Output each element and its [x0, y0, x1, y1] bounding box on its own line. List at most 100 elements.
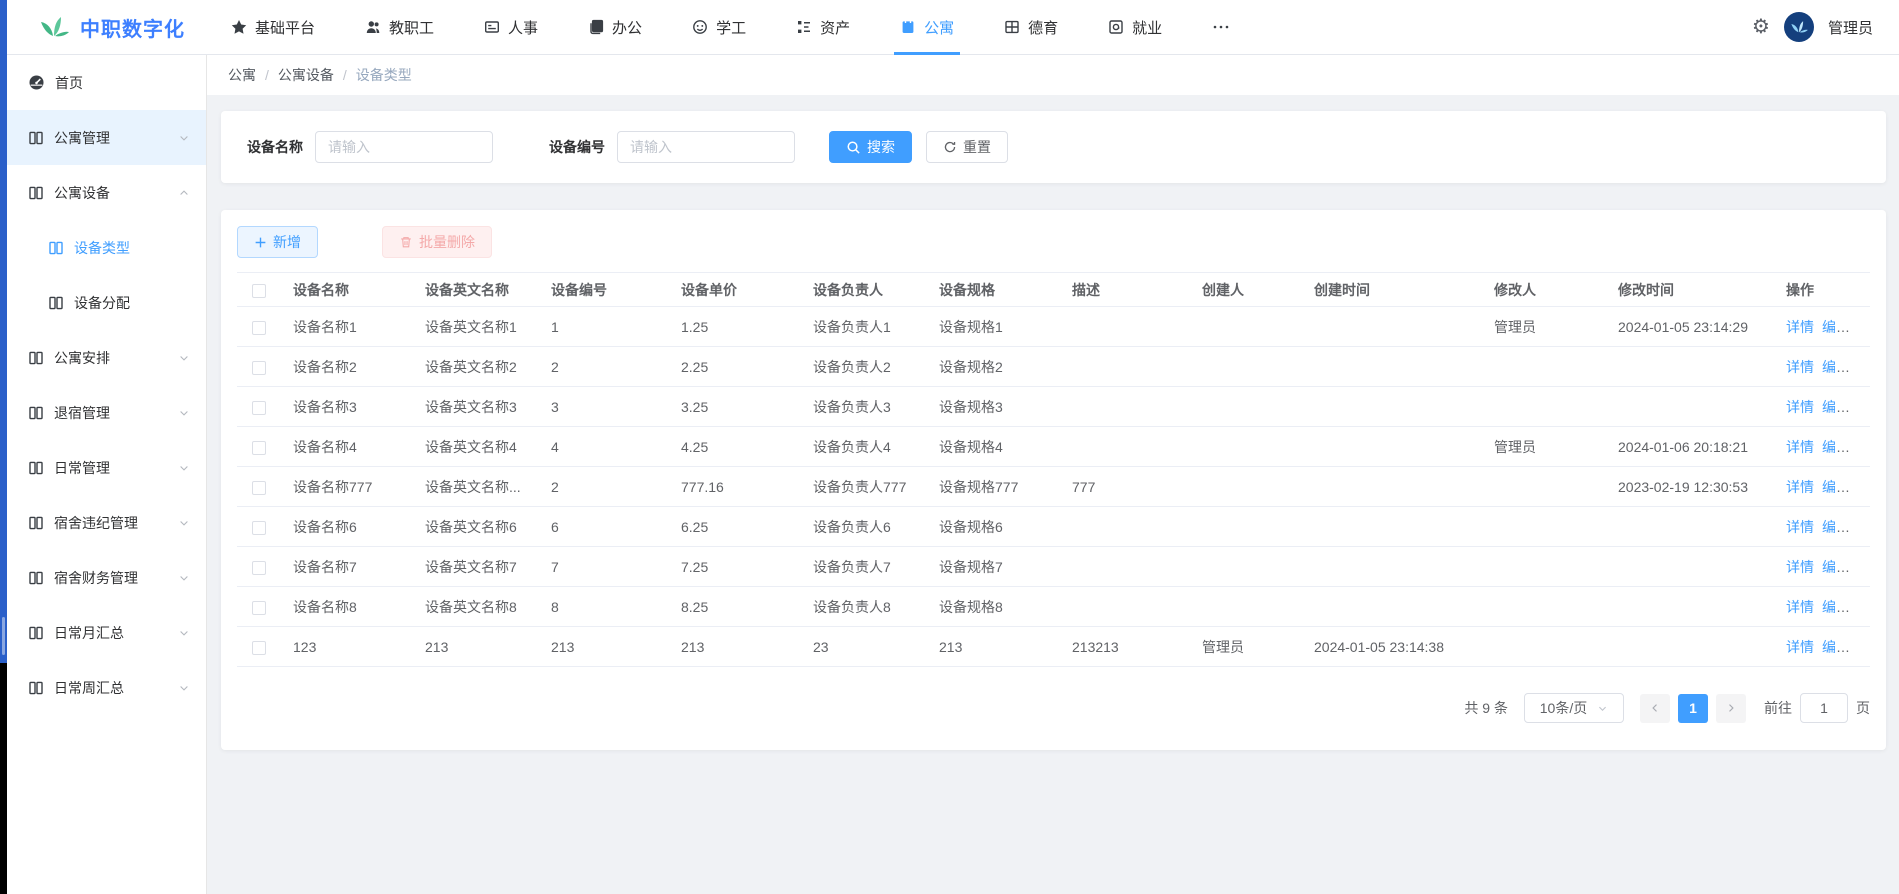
device-name-input[interactable]: [315, 131, 493, 163]
detail-link[interactable]: 详情: [1786, 519, 1814, 535]
edit-link[interactable]: 编辑: [1822, 599, 1850, 615]
goto-page-input[interactable]: [1800, 693, 1848, 723]
sidebar-item-label: 首页: [55, 73, 190, 93]
cell-device-name: 设备名称1: [281, 307, 413, 347]
row-checkbox[interactable]: [252, 361, 266, 375]
sidebar-item-dorm-finance-management[interactable]: 宿舍财务管理: [7, 550, 206, 605]
row-checkbox[interactable]: [252, 321, 266, 335]
trash-icon: [399, 235, 413, 249]
add-button[interactable]: 新增: [237, 226, 318, 258]
nav-item-student-affairs[interactable]: 学工: [690, 0, 748, 55]
select-all-checkbox[interactable]: [252, 284, 266, 298]
detail-link[interactable]: 详情: [1786, 319, 1814, 335]
detail-link[interactable]: 详情: [1786, 399, 1814, 415]
book-icon: [28, 460, 44, 476]
primary-nav: 基础平台 教职工 人事 办公 学工 资产 公寓 德育: [229, 0, 1286, 55]
nav-item-office[interactable]: 办公: [586, 0, 644, 55]
office-icon: [588, 19, 604, 35]
edit-link[interactable]: 编辑: [1822, 319, 1850, 335]
row-checkbox[interactable]: [252, 561, 266, 575]
cell-device-manager: 23: [801, 627, 927, 667]
left-edge-strip: [0, 0, 7, 894]
sidebar-item-equipment-type[interactable]: 设备类型: [7, 220, 206, 275]
delete-link[interactable]: 删除: [1858, 519, 1870, 535]
brand[interactable]: 中职数字化: [37, 13, 185, 42]
nav-item-assets[interactable]: 资产: [794, 0, 852, 55]
detail-link[interactable]: 详情: [1786, 359, 1814, 375]
cell-description: [1060, 507, 1190, 547]
row-checkbox[interactable]: [252, 641, 266, 655]
sidebar-item-label: 宿舍财务管理: [54, 568, 178, 588]
row-checkbox[interactable]: [252, 481, 266, 495]
sidebar-item-equipment-allocation[interactable]: 设备分配: [7, 275, 206, 330]
delete-link[interactable]: 删除: [1858, 439, 1870, 455]
edit-link[interactable]: 编辑: [1822, 359, 1850, 375]
delete-link[interactable]: 删除: [1858, 319, 1870, 335]
nav-item-hr[interactable]: 人事: [482, 0, 540, 55]
delete-link[interactable]: 删除: [1858, 599, 1870, 615]
next-page-button[interactable]: [1716, 694, 1746, 723]
add-button-label: 新增: [273, 232, 301, 252]
delete-link[interactable]: 删除: [1858, 559, 1870, 575]
prev-page-button[interactable]: [1640, 694, 1670, 723]
page-number-1[interactable]: 1: [1678, 694, 1708, 723]
detail-link[interactable]: 详情: [1786, 599, 1814, 615]
row-checkbox[interactable]: [252, 521, 266, 535]
page-size-select[interactable]: 10条/页: [1524, 693, 1624, 723]
sidebar-item-apartment-equipment[interactable]: 公寓设备: [7, 165, 206, 220]
sidebar-item-apartment-management[interactable]: 公寓管理: [7, 110, 206, 165]
sidebar-item-daily-weekly-summary[interactable]: 日常周汇总: [7, 660, 206, 715]
sidebar-item-daily-monthly-summary[interactable]: 日常月汇总: [7, 605, 206, 660]
edit-link[interactable]: 编辑: [1822, 479, 1850, 495]
gear-icon[interactable]: ⚙: [1752, 17, 1770, 37]
cell-device-code: 213: [539, 627, 669, 667]
sidebar-item-checkout-management[interactable]: 退宿管理: [7, 385, 206, 440]
left-edge-scroll-thumb[interactable]: [2, 617, 5, 655]
sidebar-item-dorm-violation-management[interactable]: 宿舍违纪管理: [7, 495, 206, 550]
row-checkbox[interactable]: [252, 401, 266, 415]
cell-device-en-name: 设备英文名称...: [413, 467, 539, 507]
detail-link[interactable]: 详情: [1786, 479, 1814, 495]
chevron-right-icon: [1725, 702, 1737, 714]
sidebar-item-apartment-arrangement[interactable]: 公寓安排: [7, 330, 206, 385]
search-panel: 设备名称 设备编号 搜索 重置: [221, 111, 1886, 183]
nav-item-more[interactable]: [1210, 0, 1240, 55]
edit-link[interactable]: 编辑: [1822, 519, 1850, 535]
cell-device-price: 6.25: [669, 507, 801, 547]
nav-item-apartment[interactable]: 公寓: [898, 0, 956, 55]
cell-device-code: 2: [539, 347, 669, 387]
nav-item-base-platform[interactable]: 基础平台: [229, 0, 317, 55]
cell-device-price: 213: [669, 627, 801, 667]
col-header: 设备负责人: [801, 273, 927, 307]
chevron-down-icon: [178, 572, 190, 584]
nav-item-employment[interactable]: 就业: [1106, 0, 1164, 55]
sidebar-item-label: 日常月汇总: [54, 623, 178, 643]
detail-link[interactable]: 详情: [1786, 439, 1814, 455]
avatar[interactable]: [1784, 12, 1814, 42]
reset-button[interactable]: 重置: [926, 131, 1008, 163]
edit-link[interactable]: 编辑: [1822, 399, 1850, 415]
batch-delete-button[interactable]: 批量删除: [382, 226, 492, 258]
search-button[interactable]: 搜索: [829, 131, 912, 163]
delete-link[interactable]: 删除: [1858, 399, 1870, 415]
sidebar-item-daily-management[interactable]: 日常管理: [7, 440, 206, 495]
sidebar-item-home[interactable]: 首页: [7, 55, 206, 110]
nav-item-moral-education[interactable]: 德育: [1002, 0, 1060, 55]
edit-link[interactable]: 编辑: [1822, 639, 1850, 655]
breadcrumb-item[interactable]: 公寓设备: [278, 65, 334, 85]
username[interactable]: 管理员: [1828, 17, 1873, 38]
edit-link[interactable]: 编辑: [1822, 439, 1850, 455]
edit-link[interactable]: 编辑: [1822, 559, 1850, 575]
delete-link[interactable]: 删除: [1858, 359, 1870, 375]
row-checkbox[interactable]: [252, 601, 266, 615]
detail-link[interactable]: 详情: [1786, 639, 1814, 655]
nav-item-staff[interactable]: 教职工: [363, 0, 436, 55]
row-checkbox[interactable]: [252, 441, 266, 455]
breadcrumb-item[interactable]: 公寓: [228, 65, 256, 85]
cell-modify-time: [1606, 547, 1774, 587]
detail-link[interactable]: 详情: [1786, 559, 1814, 575]
book-icon: [28, 625, 44, 641]
device-code-input[interactable]: [617, 131, 795, 163]
delete-link[interactable]: 删除: [1858, 639, 1870, 655]
delete-link[interactable]: 删除: [1858, 479, 1870, 495]
